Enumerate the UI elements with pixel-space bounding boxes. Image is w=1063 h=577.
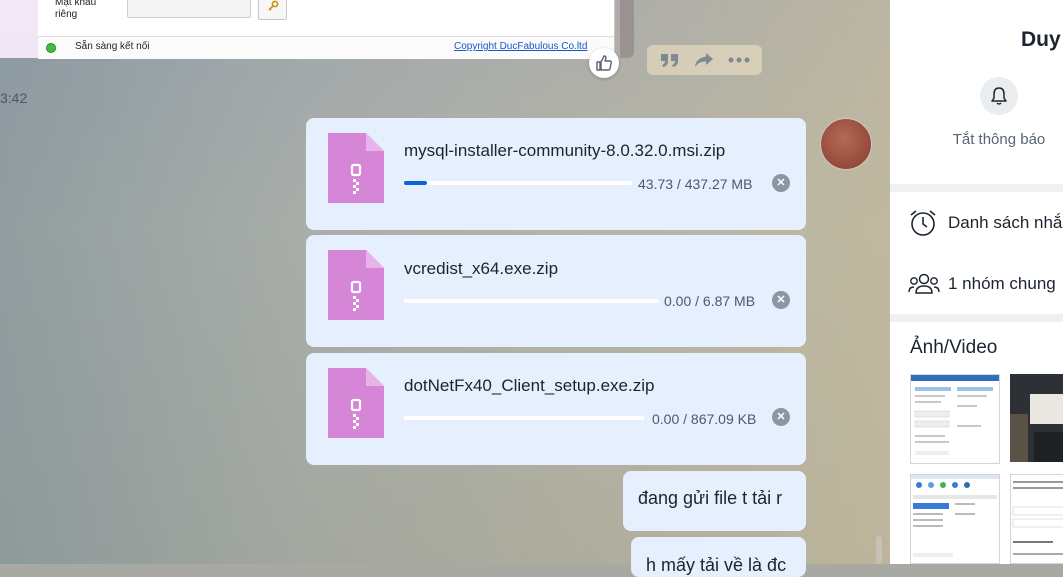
message-timestamp: 3:42 (0, 90, 28, 106)
more-button[interactable] (727, 50, 751, 70)
cancel-download-button[interactable]: ✕ (772, 291, 790, 309)
mute-label: Tắt thông báo (952, 131, 1046, 148)
media-thumbnail[interactable] (1010, 474, 1063, 564)
panel-divider (890, 314, 1063, 322)
media-thumbnail[interactable] (910, 474, 1000, 564)
copyright-link[interactable]: Copyright DucFabulous Co.ltd (454, 41, 587, 52)
screenshot-thumbnail-image (911, 375, 999, 455)
media-thumbnail[interactable] (1010, 374, 1063, 462)
download-progress-fill (404, 181, 427, 185)
file-name[interactable]: dotNetFx40_Client_setup.exe.zip (404, 376, 654, 396)
close-icon: ✕ (776, 294, 786, 306)
media-section-title: Ảnh/Video (910, 337, 998, 358)
zip-file-icon (328, 250, 384, 320)
contact-name: Duy (1021, 28, 1061, 51)
file-size: 0.00 / 867.09 KB (652, 411, 757, 427)
embedded-window[interactable]: Mật khẩu riêng Sẵn sàng kết nối Copyrigh… (0, 0, 615, 59)
reminder-label: Danh sách nhắc hẹn (948, 213, 1063, 232)
avatar[interactable] (820, 118, 872, 170)
close-icon: ✕ (776, 411, 786, 423)
quote-icon (661, 54, 679, 67)
photo-thumbnail-image (1010, 374, 1063, 462)
file-name[interactable]: mysql-installer-community-8.0.32.0.msi.z… (404, 141, 725, 161)
text-message[interactable]: h mấy tải về là đc (631, 537, 806, 577)
group-icon (908, 269, 940, 299)
screenshot-thumbnail-image (911, 475, 999, 557)
status-text: Sẵn sàng kết nối (75, 41, 150, 52)
bell-icon (991, 87, 1007, 105)
file-size: 0.00 / 6.87 MB (664, 293, 756, 309)
share-button[interactable] (692, 50, 716, 70)
share-icon (695, 53, 714, 67)
text-message[interactable]: đang gửi file t tải r (623, 471, 806, 531)
message-action-bar (647, 45, 762, 75)
key-button[interactable] (258, 0, 287, 20)
common-groups-label: 1 nhóm chung (948, 274, 1056, 293)
file-message[interactable]: vcredist_x64.exe.zip 0.00 / 6.87 MB ✕ (306, 235, 806, 347)
password-label: Mật khẩu riêng (55, 0, 97, 20)
mute-notifications-button[interactable] (980, 77, 1018, 115)
chat-scrollbar[interactable] (876, 536, 882, 564)
zip-file-icon (328, 368, 384, 438)
cancel-download-button[interactable]: ✕ (772, 174, 790, 192)
common-groups-item[interactable]: 1 nhóm chung (908, 269, 1056, 299)
download-progress-bar (404, 416, 644, 420)
like-button[interactable] (589, 48, 619, 78)
file-size: 43.73 / 437.27 MB (638, 176, 753, 192)
quote-button[interactable] (658, 50, 682, 70)
status-bar: Sẵn sàng kết nối Copyright DucFabulous C… (38, 36, 614, 59)
window-frame-edge (620, 0, 634, 58)
window-side-strip-bottom (0, 36, 38, 58)
more-icon (728, 57, 750, 63)
thumbs-up-icon (596, 55, 612, 71)
message-text: đang gửi file t tải r (638, 488, 783, 508)
download-progress-bar (404, 299, 659, 303)
alarm-clock-icon (908, 208, 940, 238)
cancel-download-button[interactable]: ✕ (772, 408, 790, 426)
password-input[interactable] (127, 0, 251, 18)
download-progress-bar (404, 181, 632, 185)
zip-file-icon (328, 133, 384, 203)
status-indicator-icon (46, 43, 56, 53)
file-message[interactable]: mysql-installer-community-8.0.32.0.msi.z… (306, 118, 806, 230)
key-icon (267, 0, 278, 11)
panel-divider (890, 184, 1063, 192)
file-message[interactable]: dotNetFx40_Client_setup.exe.zip 0.00 / 8… (306, 353, 806, 465)
reminder-list-item[interactable]: Danh sách nhắc hẹn (908, 208, 1063, 238)
screenshot-thumbnail-image (1012, 481, 1063, 555)
media-thumbnail[interactable] (910, 374, 1000, 464)
message-text: h mấy tải về là đc (646, 555, 787, 575)
conversation-info-panel: Duy Tắt thông báo Danh sách nhắc hẹn 1 n… (890, 0, 1063, 564)
window-side-strip (0, 0, 38, 36)
close-icon: ✕ (776, 177, 786, 189)
file-name[interactable]: vcredist_x64.exe.zip (404, 259, 558, 279)
